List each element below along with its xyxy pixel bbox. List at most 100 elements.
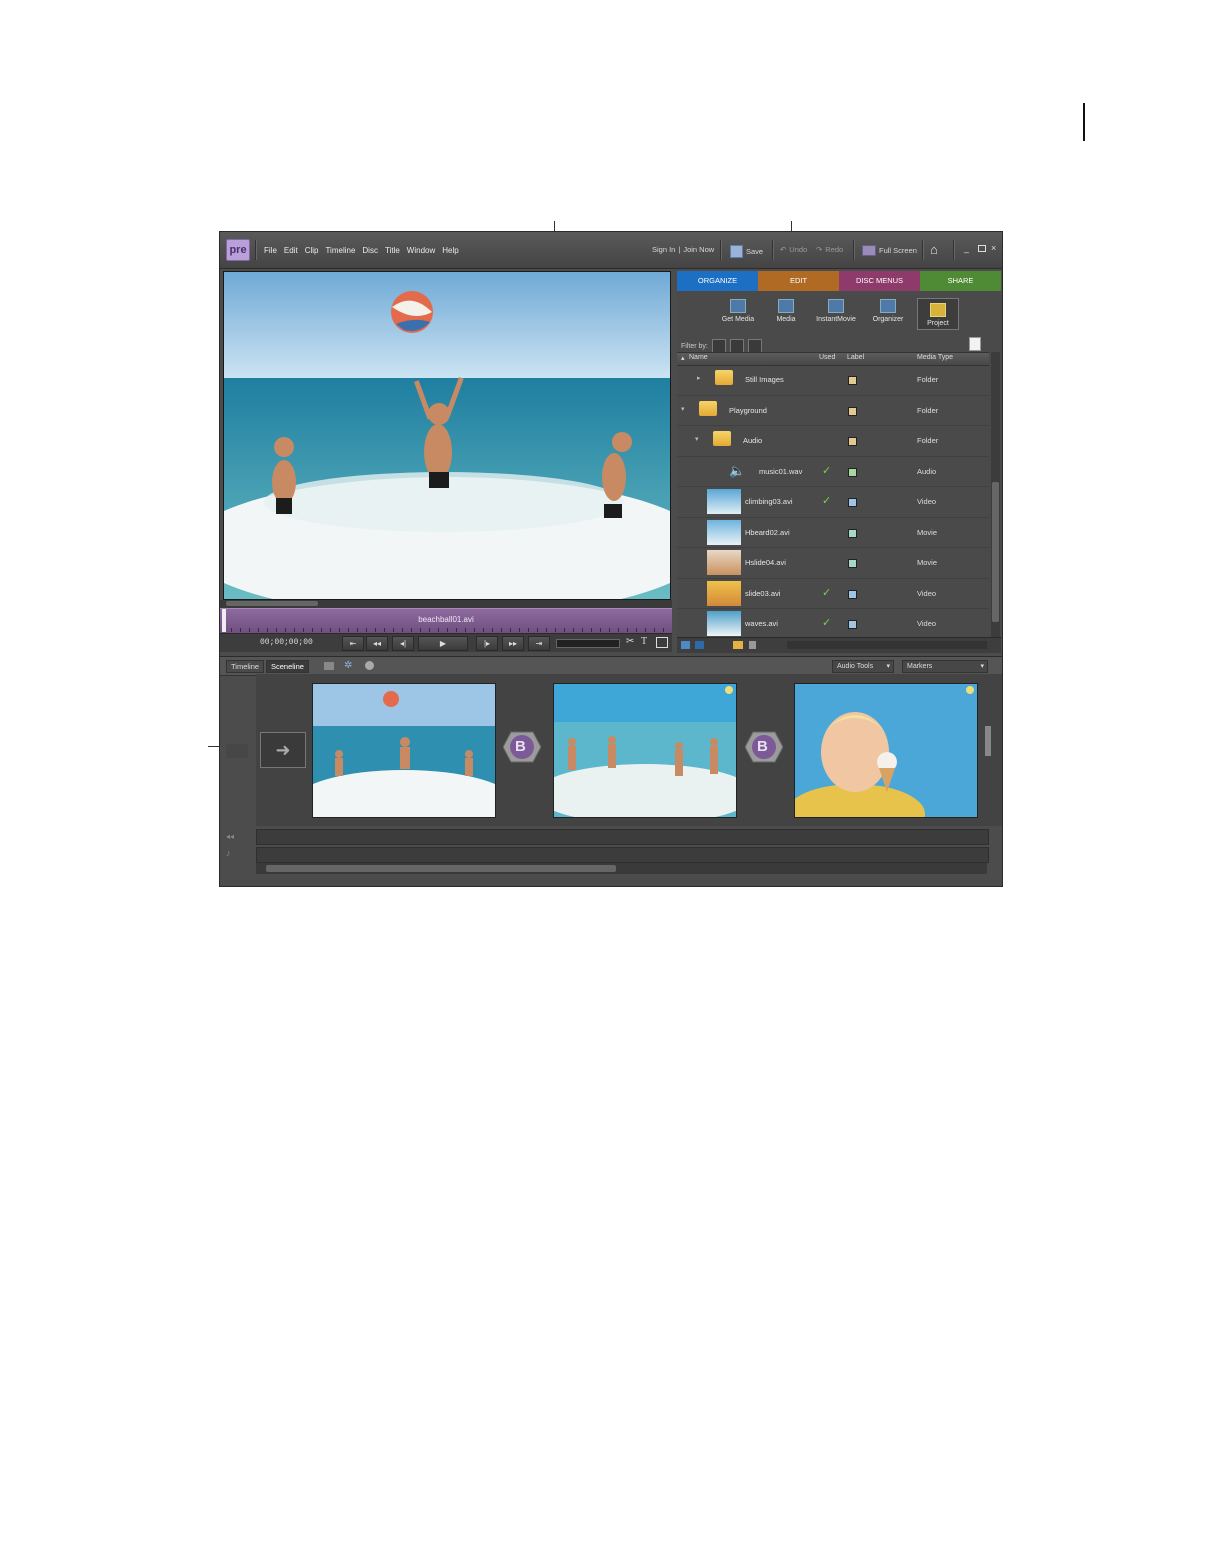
mini-scroll-thumb[interactable] [226,601,318,606]
filter-image-icon[interactable] [747,339,762,353]
title-icon[interactable]: T [641,636,647,647]
col-name[interactable]: Name [689,354,708,361]
col-label[interactable]: Label [847,354,864,361]
collapse-arrow-icon[interactable]: ▾ [695,435,699,443]
instantmovie-button[interactable]: InstantMovie [811,295,861,323]
project-button[interactable]: Project [917,298,959,330]
home-icon[interactable]: ⌂ [930,242,938,257]
organizer-icon [880,299,896,313]
markers-dropdown[interactable]: Markers ▾ [902,660,988,673]
menu-disc[interactable]: Disc [362,246,378,255]
list-item-music01[interactable]: 🔈 music01.wav ✓ Audio [677,457,989,487]
split-clip-icon[interactable]: ✂ [626,636,634,647]
tab-disc-menus[interactable]: DISC MENUS [839,271,920,291]
close-icon[interactable]: × [991,243,996,253]
project-vertical-scrollbar[interactable] [991,352,1000,637]
filter-audio-icon[interactable] [729,339,744,353]
markers-label: Markers [907,663,933,670]
minimize-icon[interactable]: _ [964,243,969,253]
filter-label: Filter by: [681,342,708,350]
tab-edit[interactable]: EDIT [758,271,839,291]
organizer-button[interactable]: Organizer [863,295,913,323]
fast-forward-button[interactable]: ▸▸ [502,636,524,651]
list-item-hbeard02[interactable]: Hbeard02.avi Movie [677,518,989,548]
menu-clip[interactable]: Clip [305,246,319,255]
list-item-playground[interactable]: ▾ Playground Folder [677,396,989,426]
scroll-thumb[interactable] [992,482,999,622]
redo-button[interactable]: ↷ Redo [816,245,843,254]
rewind-button[interactable]: ◂◂ [366,636,388,651]
tab-timeline[interactable]: Timeline [226,660,265,673]
label-swatch [848,589,857,599]
clip-badge-icon [725,686,733,694]
list-item-climbing03[interactable]: climbing03.avi ✓ Video [677,487,989,518]
project-label: Project [927,320,949,327]
list-item-slide03[interactable]: slide03.avi ✓ Video [677,579,989,609]
smartfix-icon[interactable]: ✲ [344,660,352,671]
transition-1[interactable]: B [502,730,542,764]
properties-icon[interactable] [324,662,334,670]
preview-frame [224,272,670,599]
sign-in-link[interactable]: Sign In [652,245,675,254]
menu-file[interactable]: File [264,246,277,255]
scene-thumbnail [795,684,977,817]
collapse-arrow-icon[interactable]: ▾ [681,405,685,413]
menu-window[interactable]: Window [407,246,435,255]
media-button[interactable]: Media [761,295,811,323]
monitor-clip-track[interactable]: beachball01.avi [220,608,672,633]
monitor-mini-scrollbar[interactable] [220,600,672,608]
playhead-marker[interactable] [222,609,226,632]
scene-clip-1[interactable] [312,683,496,818]
tab-share[interactable]: SHARE [920,271,1001,291]
menu-timeline[interactable]: Timeline [325,246,355,255]
scene-clip-2[interactable] [553,683,737,818]
sceneline-horizontal-scrollbar[interactable] [256,863,987,874]
list-item-waves[interactable]: waves.avi ✓ Video [677,609,989,640]
full-screen-button[interactable]: Full Screen [862,245,917,256]
audio-mix-icon[interactable] [365,661,374,670]
shuttle-slider[interactable] [556,639,620,648]
col-media-type[interactable]: Media Type [917,354,953,361]
scene-clip-3[interactable] [794,683,978,818]
soundtrack-track[interactable] [256,847,989,863]
expand-arrow-icon[interactable]: ▸ [697,374,701,382]
step-forward-button[interactable]: |▸ [476,636,498,651]
undo-button[interactable]: ↶ Undo [780,245,807,254]
transition-2[interactable]: B [744,730,784,764]
used-check-icon: ✓ [822,495,832,507]
new-folder-icon[interactable] [733,641,743,649]
step-back-button[interactable]: ◂| [392,636,414,651]
start-arrow-icon[interactable]: ➜ [260,732,306,768]
join-now-link[interactable]: Join Now [683,245,714,254]
tab-organize[interactable]: ORGANIZE [677,271,758,291]
media-icon [778,299,794,313]
clip-thumbnail [707,550,741,575]
menu-edit[interactable]: Edit [284,246,298,255]
footer-scrollbar[interactable] [787,641,987,649]
get-media-button[interactable]: Get Media [713,295,763,323]
get-media-label: Get Media [721,316,755,323]
new-item-icon[interactable] [969,337,981,351]
menu-help[interactable]: Help [442,246,458,255]
scroll-thumb[interactable] [266,865,616,872]
list-view-icon[interactable] [681,641,690,649]
audio-tools-dropdown[interactable]: Audio Tools ▾ [832,660,894,673]
play-button[interactable]: ▶ [418,636,468,651]
go-to-start-button[interactable]: ⇤ [342,636,364,651]
maximize-icon[interactable] [978,245,986,252]
icon-view-icon[interactable] [695,641,704,649]
save-button[interactable]: Save [730,245,763,258]
delete-icon[interactable] [749,641,756,649]
menu-title[interactable]: Title [385,246,400,255]
scene-scroll-right-icon[interactable] [985,726,991,756]
narration-track[interactable] [256,829,989,845]
list-item-still-images[interactable]: ▸ Still Images Folder [677,365,989,396]
list-item-hslide04[interactable]: Hslide04.avi Movie [677,548,989,579]
freeze-frame-icon[interactable] [656,637,668,648]
monitor-panel[interactable] [223,271,671,600]
list-item-audio-folder[interactable]: ▾ Audio Folder [677,426,989,457]
tab-sceneline[interactable]: Sceneline [266,660,309,673]
go-to-end-button[interactable]: ⇥ [528,636,550,651]
col-used[interactable]: Used [819,354,835,361]
filter-video-icon[interactable] [711,339,726,353]
